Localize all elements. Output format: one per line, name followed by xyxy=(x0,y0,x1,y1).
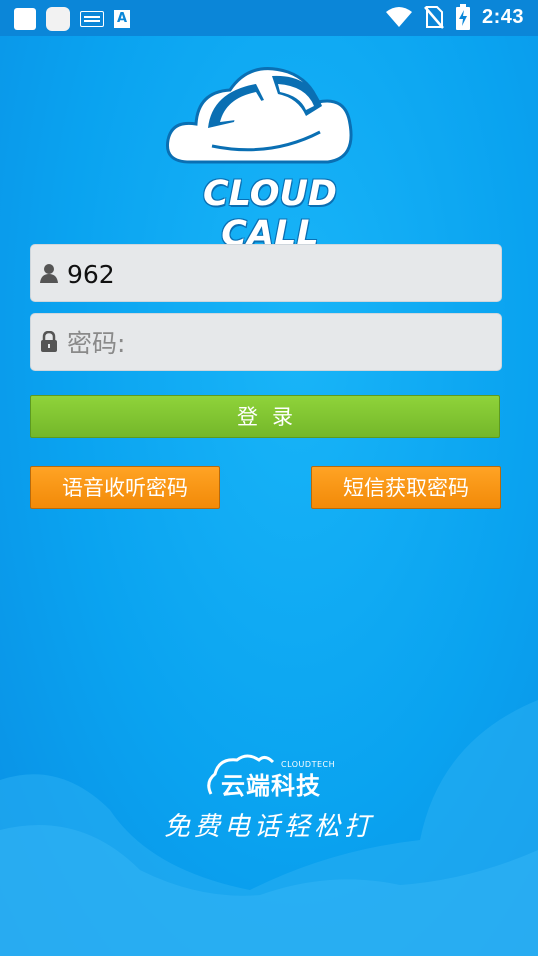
user-icon xyxy=(40,264,58,283)
voice-password-button[interactable]: 语音收听密码 xyxy=(30,466,220,509)
username-field[interactable] xyxy=(30,244,502,302)
battery-charging-icon xyxy=(455,4,470,30)
clock: 2:43 xyxy=(481,5,524,28)
square-icon xyxy=(14,8,36,30)
username-input[interactable] xyxy=(65,251,489,297)
password-input[interactable] xyxy=(65,320,489,366)
keyboard-icon xyxy=(80,11,104,27)
slogan: 免费电话轻松打 xyxy=(163,812,374,842)
password-field[interactable] xyxy=(30,313,502,371)
company-name: 云端科技 xyxy=(221,772,321,800)
cloud-call-logo: CLOUD CALL xyxy=(160,62,380,254)
logo-text: CLOUD CALL xyxy=(203,174,337,254)
wifi-icon xyxy=(385,7,412,27)
sms-password-button[interactable]: 短信获取密码 xyxy=(311,466,501,509)
cloud-phone-icon xyxy=(165,67,353,164)
notification-icons: A xyxy=(14,7,130,31)
system-icons: 2:43 xyxy=(385,4,524,30)
company-logo: CLOUDTECH 云端科技 xyxy=(205,752,345,802)
login-button[interactable]: 登录 xyxy=(30,395,500,438)
status-bar: A 2:43 xyxy=(0,0,538,36)
no-sim-icon xyxy=(424,6,444,29)
lock-icon xyxy=(41,331,57,352)
a-icon: A xyxy=(114,10,130,28)
rounded-square-icon xyxy=(46,7,70,31)
